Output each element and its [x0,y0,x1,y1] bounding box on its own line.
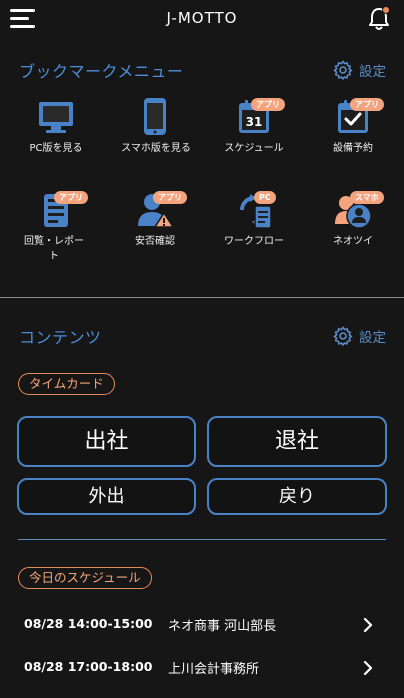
clock-out-button[interactable]: 退社 [207,416,387,467]
schedule-title: ネオ商事 河山部長 [168,619,277,634]
gear-icon [333,326,353,346]
bookmark-schedule[interactable]: 31 アプリ スケジュール [206,97,302,156]
app-badge: アプリ [251,98,285,111]
bookmark-pc-view[interactable]: PC版を見る [8,97,104,156]
contents-settings-label: 設定 [359,330,386,346]
bookmark-smartphone-view[interactable]: スマホ版を見る [107,97,203,156]
bookmark-safety-check[interactable]: アプリ 安否確認 [107,190,203,249]
app-title: J-MOTTO [166,9,238,27]
gear-icon [333,60,353,80]
bookmark-neotwee[interactable]: スマホ ネオツイ [305,190,401,249]
schedule-row[interactable]: 08/28 14:00-15:00 ネオ商事 河山部長 [0,606,404,646]
app-badge: アプリ [350,98,384,111]
clock-in-button[interactable]: 出社 [17,416,196,467]
monitor-icon [36,97,76,137]
bookmark-settings-label: 設定 [359,64,386,80]
bookmark-section-title: ブックマークメニュー [19,62,184,81]
bookmark-label: ネオツイ [333,236,373,247]
bookmark-label: スマホ版を見る [121,143,191,154]
bookmark-workflow[interactable]: PC ワークフロー [206,190,302,249]
app-badge: アプリ [153,191,187,204]
smartphone-badge: スマホ [350,191,384,204]
bookmark-label: 設備予約 [333,143,373,154]
timecard-label: タイムカード [18,373,115,395]
today-schedule-label: 今日のスケジュール [18,567,152,589]
notification-dot [382,6,390,14]
bookmark-facility-booking[interactable]: アプリ 設備予約 [305,97,401,156]
schedule-row[interactable]: 08/28 17:00-18:00 上川会計事務所 [0,649,404,689]
schedule-time: 08/28 17:00-18:00 [24,659,153,674]
return-button[interactable]: 戻り [207,478,387,515]
bookmark-label: 安否確認 [135,236,175,247]
bookmark-label: PC版を見る [29,143,83,154]
chevron-right-icon [363,618,373,632]
app-header: J-MOTTO [0,0,404,40]
contents-section-title: コンテンツ [19,328,102,347]
bookmark-label: スケジュール [224,143,284,154]
smartphone-icon [135,97,175,137]
chevron-right-icon [363,661,373,675]
bookmark-label: 回覧・レポート [24,236,84,262]
timecard-divider [18,539,386,540]
app-badge: アプリ [54,191,88,204]
contents-settings-button[interactable]: 設定 [333,326,386,346]
bookmark-circular-report[interactable]: アプリ 回覧・レポート [8,190,104,264]
bookmark-settings-button[interactable]: 設定 [333,60,386,80]
schedule-title: 上川会計事務所 [168,662,260,677]
schedule-time: 08/28 14:00-15:00 [24,616,153,631]
bookmark-label: ワークフロー [224,236,284,247]
calendar-day-text: 31 [246,115,263,129]
go-out-button[interactable]: 外出 [17,478,196,515]
section-divider [0,297,404,298]
pc-badge: PC [254,191,276,204]
